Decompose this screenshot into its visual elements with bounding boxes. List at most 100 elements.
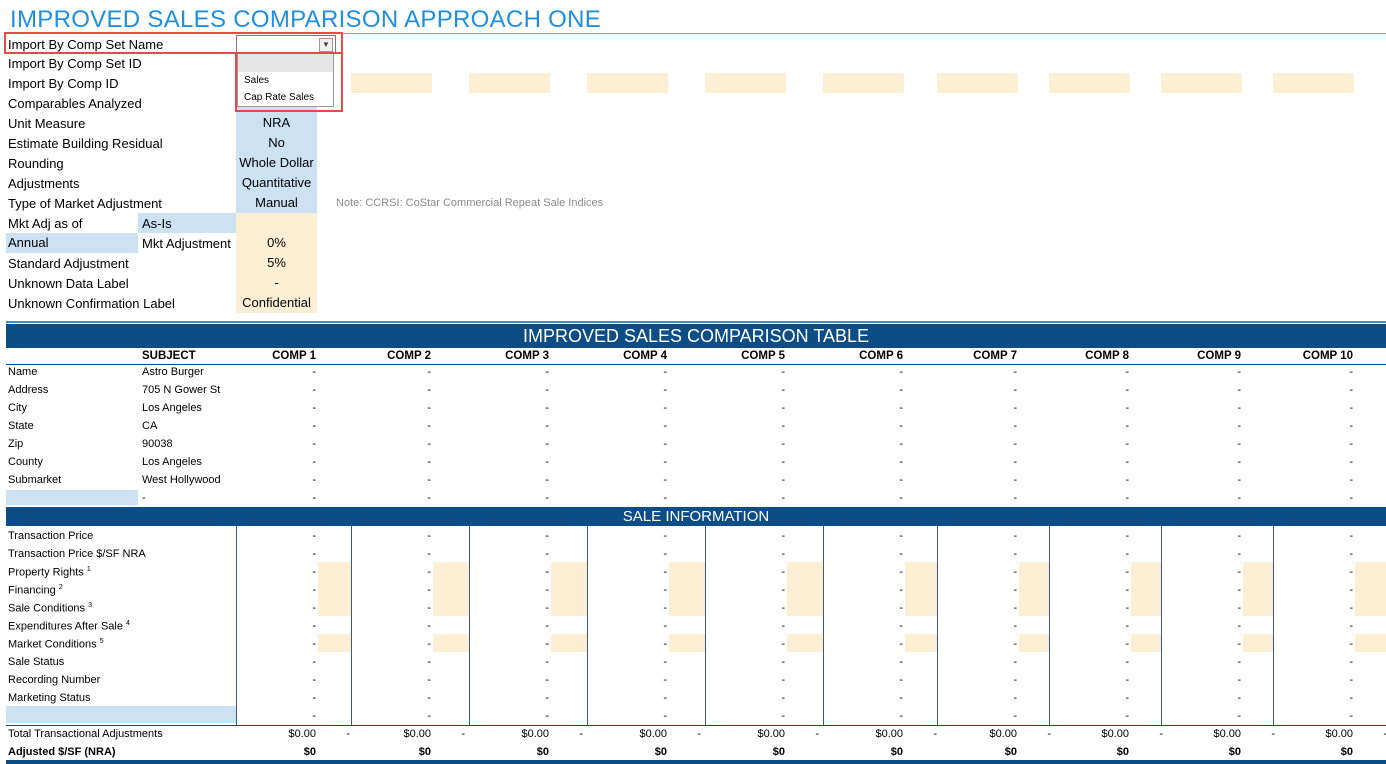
unknown-data-value[interactable]: - [236,273,317,293]
estimate-residual-label: Estimate Building Residual [8,136,163,151]
market-conditions-input-cell[interactable] [787,634,823,652]
comp-value: - [781,656,785,668]
comp-id-cell[interactable] [705,73,786,93]
comp-value: - [1125,656,1129,668]
comp-value: - [1013,638,1017,650]
comp-value: - [427,548,431,560]
adjustment-input-cell[interactable] [1243,562,1273,616]
comp-header-5: COMP 5 [741,350,785,362]
sale-row-text: Sale Status [8,656,65,668]
comp-value: - [1013,620,1017,632]
total-adjustment-dash: - [1159,728,1163,740]
market-conditions-input-cell[interactable] [1355,634,1386,652]
estimate-residual-value[interactable]: No [236,133,317,153]
subject-value: Los Angeles [142,456,202,468]
comp-value: - [545,638,549,650]
comp-value: - [899,548,903,560]
adjustments-value[interactable]: Quantitative [236,173,317,193]
comp-id-cell[interactable] [937,73,1018,93]
subject-value: Los Angeles [142,402,202,414]
comp-id-cell[interactable] [587,73,668,93]
total-adjustment-value: $0.00 [288,728,316,740]
market-adj-type-value[interactable]: Manual [236,193,317,213]
sale-row-text: Transaction Price [8,530,94,542]
comp-value: - [781,420,785,432]
adjustment-input-cell[interactable] [551,562,587,616]
blank-label-cell[interactable] [6,490,138,505]
adjustment-input-cell[interactable] [905,562,937,616]
comp-value: - [899,456,903,468]
unknown-confirm-value[interactable]: Confidential [236,293,317,313]
comp-value: - [663,366,667,378]
comp-value: - [663,384,667,396]
standard-adjustment-value[interactable]: 5% [236,253,317,273]
footnote-marker: 1 [86,566,91,573]
comp-value: - [312,692,316,704]
adjustment-input-cell[interactable] [787,562,823,616]
sale-row-label: Sale Conditions 3 [8,602,92,615]
comp-id-cell[interactable] [823,73,904,93]
comp-value: - [427,474,431,486]
totals-rule [6,725,1386,726]
comp-value: - [427,638,431,650]
comp-id-cell[interactable] [1049,73,1130,93]
comp-value: - [781,692,785,704]
comp-value: - [663,420,667,432]
adjustment-input-cell[interactable] [669,562,705,616]
comp-value: - [1013,402,1017,414]
mkt-adjustment-label: Mkt Adjustment [142,236,231,251]
marketing-period-cell[interactable] [6,706,236,723]
comp-value: - [312,366,316,378]
comp-value: - [899,620,903,632]
property-row-label: State [8,420,34,432]
sale-row-text: Expenditures After Sale [8,620,123,633]
market-conditions-input-cell[interactable] [905,634,937,652]
market-conditions-input-cell[interactable] [551,634,587,652]
adjustment-input-cell[interactable] [433,562,469,616]
sale-row-text: Market Conditions [8,638,97,651]
adjustment-input-cell[interactable] [1131,562,1161,616]
subject-header: SUBJECT [142,350,196,362]
comp-header-6: COMP 6 [859,350,903,362]
property-row-label: County [8,456,43,468]
comp-value: - [1237,674,1241,686]
comp-id-cell[interactable] [351,73,432,93]
comp-value: - [781,602,785,614]
highlight-frame-top [4,32,343,54]
market-conditions-input-cell[interactable] [433,634,469,652]
comp-value: - [1125,710,1129,722]
adjustment-input-cell[interactable] [1019,562,1049,616]
highlight-frame-list [235,52,343,112]
total-adjustment-dash: - [346,728,350,740]
comp-value: - [427,492,431,504]
market-conditions-input-cell[interactable] [1019,634,1049,652]
comp-value: - [899,710,903,722]
comp-value: - [1125,492,1129,504]
comp-id-cell[interactable] [1273,73,1354,93]
market-conditions-input-cell[interactable] [669,634,705,652]
market-conditions-input-cell[interactable] [1243,634,1273,652]
adjustment-input-cell[interactable] [1355,562,1386,616]
comp-value: - [1237,710,1241,722]
comp-value: - [1013,656,1017,668]
market-conditions-input-cell[interactable] [318,634,351,652]
comp-value: - [1237,638,1241,650]
comp-value: - [1237,366,1241,378]
annual-cell[interactable]: Annual [6,233,138,253]
comp-id-cell[interactable] [469,73,550,93]
market-conditions-input-cell[interactable] [1131,634,1161,652]
comp-value: - [427,530,431,542]
unit-measure-value[interactable]: NRA [236,113,317,133]
property-row-label: Address [8,384,49,396]
comp-value: - [427,366,431,378]
subject-value: 90038 [142,438,173,450]
column-divider [1161,525,1162,725]
comp-value: - [1013,602,1017,614]
comp-value: - [1237,584,1241,596]
adjustment-input-cell[interactable] [318,562,351,616]
comp-id-cell[interactable] [1161,73,1242,93]
rounding-value[interactable]: Whole Dollar [236,153,317,173]
comp-value: - [663,456,667,468]
comp-value: - [1125,674,1129,686]
mkt-adjustment-value[interactable]: 0% [236,233,317,253]
